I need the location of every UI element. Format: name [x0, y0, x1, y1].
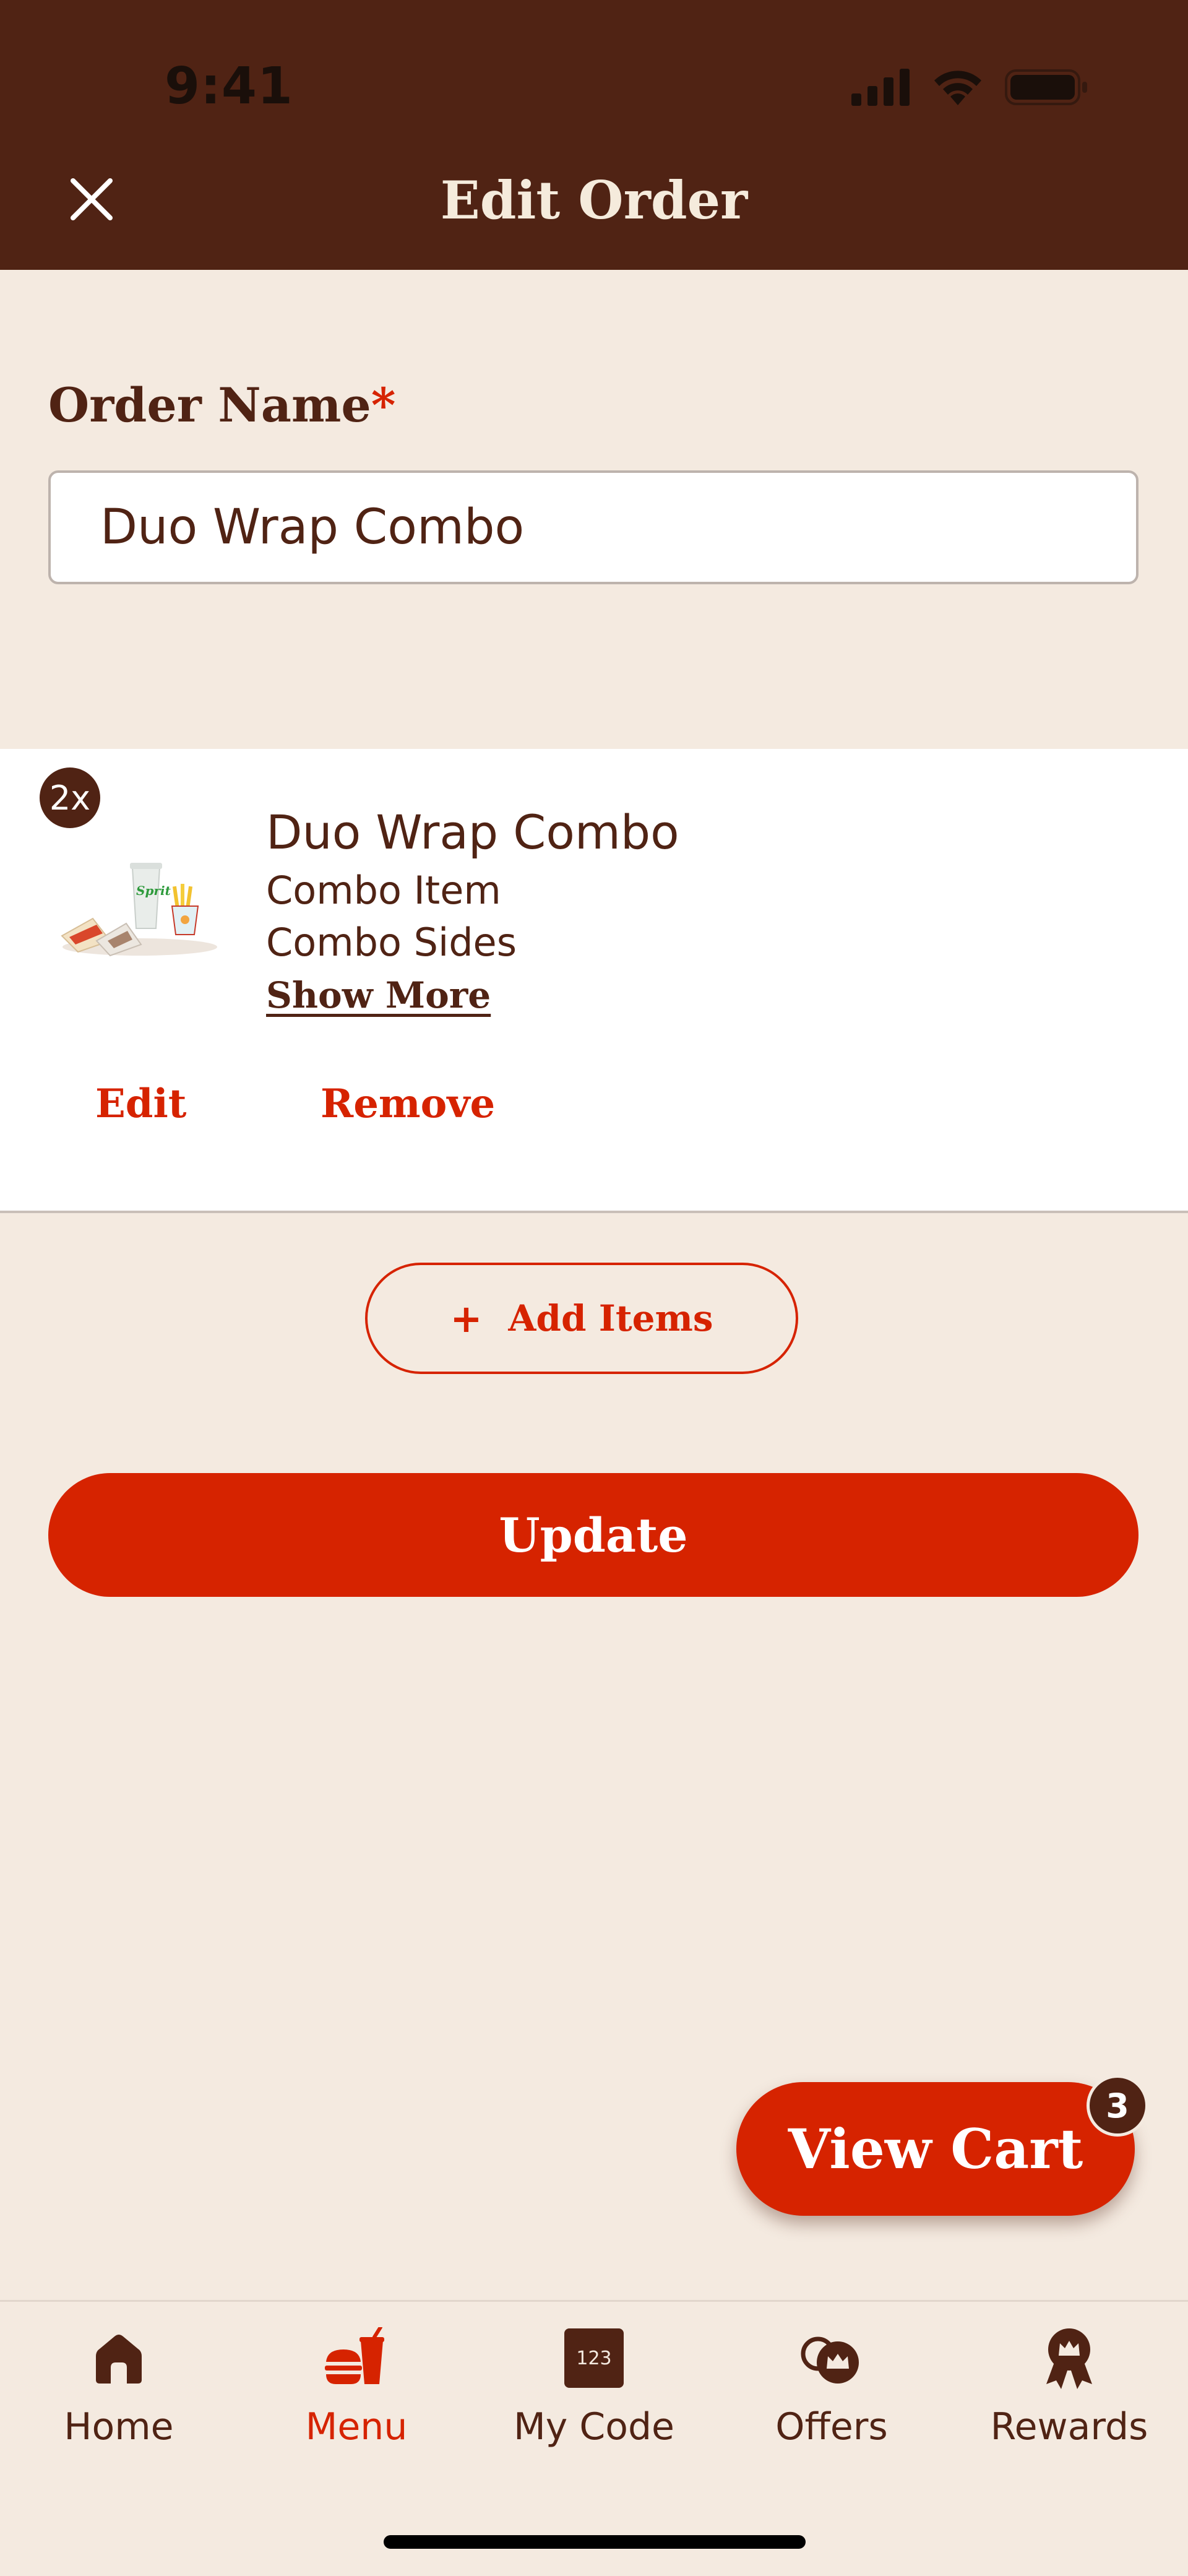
plus-icon: +	[450, 1295, 483, 1341]
add-items-button[interactable]: + Add Items	[365, 1263, 798, 1374]
item-detail-combo-sides: Combo Sides	[266, 920, 517, 965]
cart-count-badge: 3	[1087, 2075, 1148, 2137]
cellular-signal-icon	[851, 69, 910, 106]
wifi-icon	[934, 71, 981, 105]
combo-item-image: Sprit	[61, 863, 217, 957]
tab-rewards-label: Rewards	[990, 2405, 1148, 2448]
tab-home[interactable]: Home	[0, 2321, 238, 2476]
required-mark: *	[371, 378, 396, 433]
code-icon: 123	[564, 2328, 624, 2388]
order-name-label-text: Order Name	[48, 378, 371, 433]
offers-icon	[801, 2336, 859, 2384]
code-icon-text: 123	[576, 2347, 612, 2369]
order-name-label: Order Name*	[48, 378, 395, 433]
page-title: Edit Order	[440, 170, 748, 231]
header-bar: 9:41 Edit Order	[0, 0, 1188, 270]
order-name-input[interactable]	[48, 470, 1138, 584]
edit-order-screen: 9:41 Edit Order Order Name* Duo Wrap Com…	[0, 0, 1188, 2576]
view-cart-label: View Cart	[788, 2117, 1083, 2181]
tab-offers-label: Offers	[775, 2405, 888, 2448]
item-name: Duo Wrap Combo	[266, 805, 679, 860]
svg-text:Sprit: Sprit	[136, 883, 171, 898]
status-icons	[851, 66, 1089, 109]
status-time: 9:41	[165, 57, 293, 116]
tab-home-label: Home	[64, 2405, 174, 2448]
update-button[interactable]: Update	[48, 1473, 1138, 1597]
item-detail-combo-item: Combo Item	[266, 868, 501, 913]
remove-item-button[interactable]: Remove	[321, 1081, 495, 1127]
tab-my-code-label: My Code	[514, 2405, 674, 2448]
home-indicator	[384, 2535, 806, 2549]
tab-offers[interactable]: Offers	[713, 2321, 950, 2476]
show-more-link[interactable]: Show More	[266, 974, 491, 1016]
update-label: Update	[499, 1507, 688, 1563]
add-items-label: Add Items	[508, 1297, 713, 1339]
tab-my-code[interactable]: 123 My Code	[475, 2321, 713, 2476]
view-cart-button[interactable]: View Cart	[736, 2082, 1135, 2216]
tab-menu[interactable]: Menu	[238, 2321, 475, 2476]
battery-icon	[1005, 69, 1087, 105]
tab-rewards[interactable]: Rewards	[950, 2321, 1188, 2476]
edit-item-button[interactable]: Edit	[95, 1081, 186, 1127]
tab-menu-label: Menu	[305, 2405, 408, 2448]
menu-icon	[325, 2327, 384, 2384]
quantity-badge: 2x	[40, 767, 100, 828]
rewards-icon	[1046, 2328, 1092, 2389]
home-icon	[96, 2335, 142, 2384]
